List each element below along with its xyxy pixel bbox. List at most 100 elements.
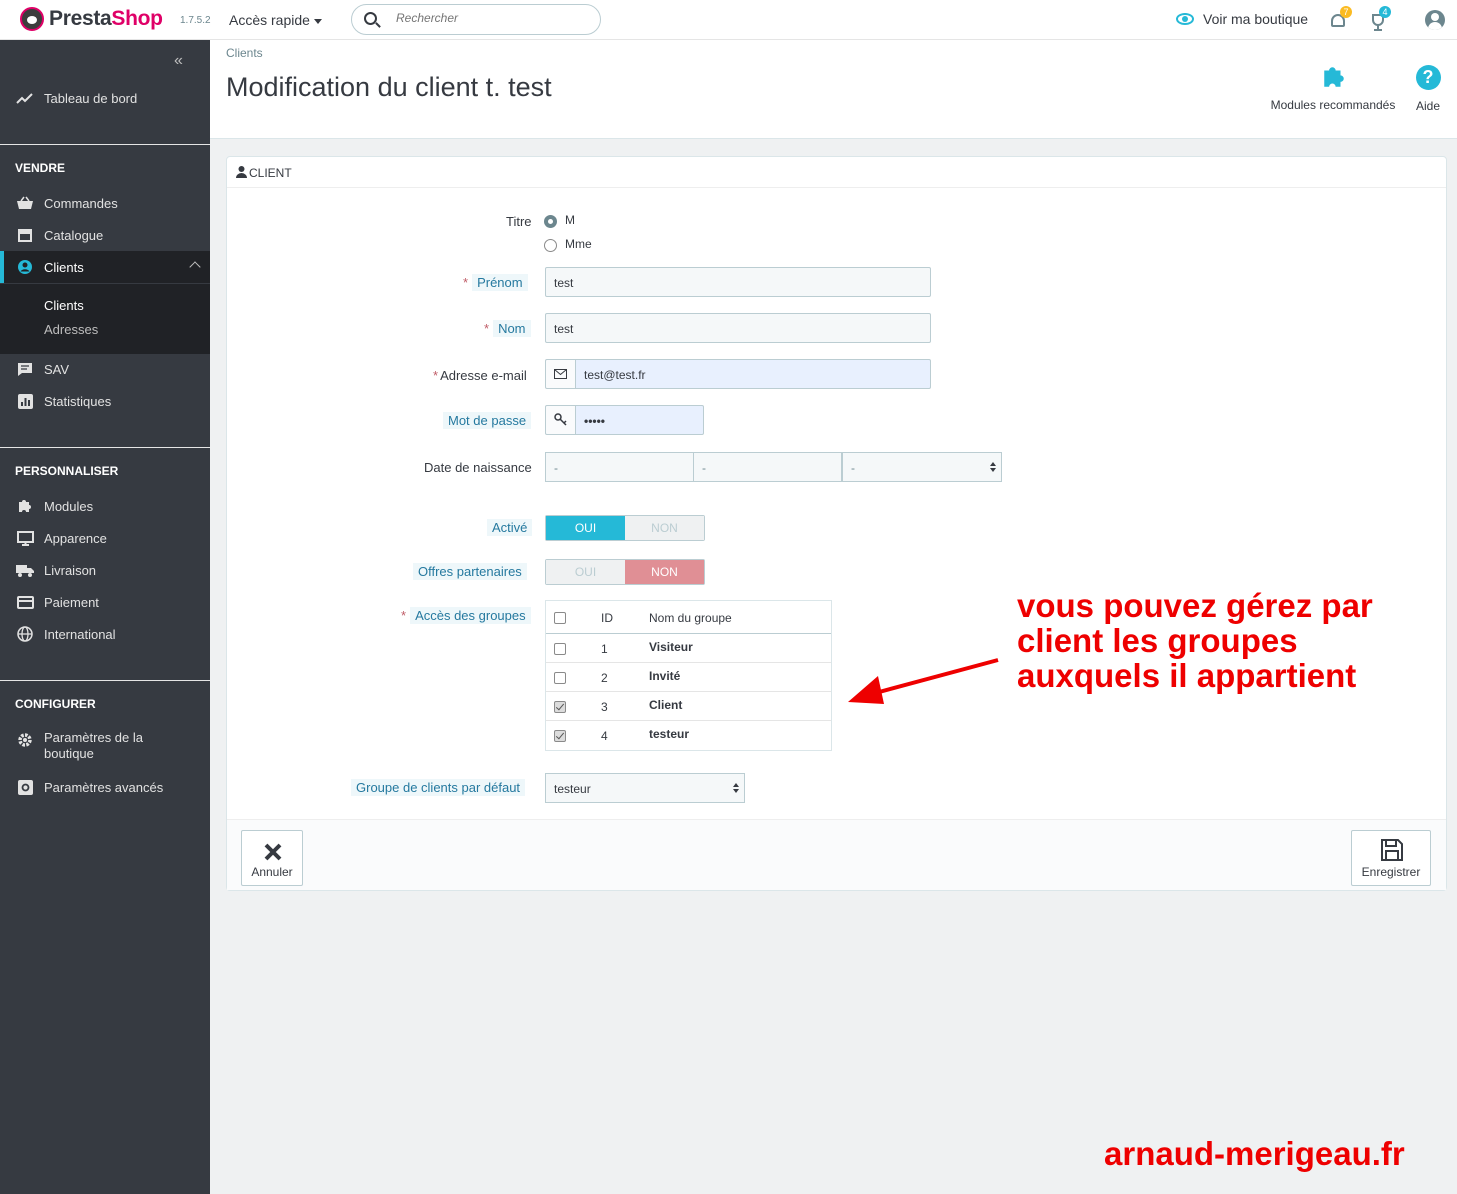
- sidebar-item-catalog[interactable]: Catalogue: [0, 219, 210, 251]
- default-group-select[interactable]: testeur: [545, 773, 745, 803]
- email-input[interactable]: test@test.fr: [575, 359, 931, 389]
- birthday-day-select[interactable]: -: [545, 452, 694, 482]
- group-name: Client: [649, 698, 683, 712]
- sidebar-item-customers[interactable]: Clients: [0, 251, 210, 283]
- settings-applications-icon: [16, 779, 34, 795]
- panel-title: Client: [249, 166, 292, 180]
- save-button[interactable]: Enregistrer: [1351, 830, 1431, 886]
- search-icon: [364, 12, 377, 25]
- active-yes-option[interactable]: OUI: [546, 516, 625, 540]
- puffin-logo-icon: [20, 7, 44, 31]
- caret-down-icon: [313, 18, 322, 24]
- save-icon: [1381, 839, 1403, 861]
- group-name: testeur: [649, 727, 690, 741]
- quick-access-dropdown[interactable]: Accès rapide: [229, 12, 322, 28]
- group-checkbox-3[interactable]: [554, 701, 566, 713]
- sidebar-item-advanced-parameters[interactable]: Paramètres avancés: [0, 771, 210, 803]
- user-avatar-icon[interactable]: [1425, 10, 1445, 30]
- title-option-m: M: [565, 213, 575, 227]
- sidebar-divider: [0, 144, 210, 145]
- close-icon: [264, 843, 282, 861]
- required-asterisk: *: [401, 608, 407, 623]
- annotation-arrow-icon: [848, 658, 999, 704]
- email-label: * Adresse e-mail: [433, 368, 527, 383]
- sidebar-item-appearance[interactable]: Apparence: [0, 522, 210, 554]
- select-arrows-icon: [733, 783, 739, 793]
- sidebar-section-customize: PERSONNALISER: [15, 464, 119, 478]
- sidebar-item-shipping[interactable]: Livraison: [0, 554, 210, 586]
- required-asterisk: *: [463, 275, 469, 290]
- sidebar-section-sell: VENDRE: [15, 161, 66, 175]
- title-radio-mme[interactable]: [544, 239, 557, 252]
- birthday-year-select[interactable]: -: [842, 452, 1002, 482]
- group-name: Invité: [649, 669, 681, 683]
- column-id: ID: [601, 611, 613, 625]
- sidebar-section-configure: CONFIGURER: [15, 697, 96, 711]
- user-icon: [236, 166, 247, 178]
- panel-footer: Annuler Enregistrer: [227, 819, 1446, 890]
- active-switch[interactable]: OUI NON: [545, 515, 705, 541]
- sidebar: « Tableau de bord VENDRE Commandes Catal…: [0, 40, 210, 1194]
- newsletter-switch[interactable]: OUI NON: [545, 559, 705, 585]
- lastname-label: * Nom: [484, 320, 531, 337]
- notifications-customers[interactable]: 4: [1367, 6, 1391, 32]
- password-input[interactable]: •••••: [575, 405, 704, 435]
- prestashop-logo[interactable]: PrestaShop: [20, 7, 163, 31]
- sidebar-item-shop-parameters[interactable]: Paramètres de la boutique: [0, 730, 210, 772]
- account-circle-icon: [16, 259, 34, 275]
- group-checkbox-2[interactable]: [554, 672, 566, 684]
- active-no-option[interactable]: NON: [625, 516, 704, 540]
- sidebar-item-payment[interactable]: Paiement: [0, 586, 210, 618]
- top-bar: PrestaShop 1.7.5.2 Accès rapide Voir ma …: [0, 0, 1457, 40]
- view-shop-link[interactable]: Voir ma boutique: [1176, 11, 1308, 27]
- sidebar-item-dashboard[interactable]: Tableau de bord: [0, 82, 210, 114]
- sidebar-subitem-addresses[interactable]: Adresses: [44, 322, 98, 337]
- table-row: 1 Visiteur: [546, 634, 831, 663]
- notif-badge: 7: [1340, 6, 1352, 18]
- newsletter-label: Offres partenaires: [413, 563, 527, 580]
- group-checkbox-1[interactable]: [554, 643, 566, 655]
- notifications-orders[interactable]: 7: [1328, 6, 1352, 32]
- search-box[interactable]: [351, 4, 601, 35]
- basket-icon: [16, 195, 34, 211]
- annotation-text: vous pouvez gérez par client les groupes…: [1017, 587, 1373, 694]
- select-all-checkbox[interactable]: [554, 612, 566, 624]
- firstname-input[interactable]: test: [545, 267, 931, 297]
- search-input[interactable]: [396, 11, 576, 25]
- sidebar-item-stats[interactable]: Statistiques: [0, 385, 210, 417]
- group-id: 1: [601, 642, 608, 656]
- recommended-modules-button[interactable]: Modules recommandés: [1265, 64, 1401, 112]
- store-icon: [16, 227, 34, 243]
- column-group-name: Nom du groupe: [649, 611, 732, 625]
- help-button[interactable]: ? Aide: [1412, 65, 1444, 113]
- collapse-sidebar-icon[interactable]: «: [174, 52, 183, 70]
- active-label: Activé: [487, 519, 533, 536]
- select-arrows-icon: [990, 462, 996, 472]
- required-asterisk: *: [433, 368, 439, 383]
- key-icon: [554, 413, 567, 426]
- lastname-input[interactable]: test: [545, 313, 931, 343]
- birthday-month-select[interactable]: -: [693, 452, 842, 482]
- desktop-icon: [16, 530, 34, 546]
- chevron-up-icon: [189, 261, 201, 273]
- sidebar-item-orders[interactable]: Commandes: [0, 187, 210, 219]
- title-radio-m[interactable]: [544, 215, 557, 228]
- sidebar-subitem-customers[interactable]: Clients: [44, 298, 84, 313]
- group-checkbox-4[interactable]: [554, 730, 566, 742]
- required-asterisk: *: [484, 321, 490, 336]
- cancel-button[interactable]: Annuler: [241, 830, 303, 886]
- sidebar-divider: [0, 680, 210, 681]
- group-id: 2: [601, 671, 608, 685]
- newsletter-yes-option[interactable]: OUI: [546, 560, 625, 584]
- trending-up-icon: [16, 90, 34, 106]
- sidebar-item-support[interactable]: SAV: [0, 353, 210, 385]
- active-indicator: [0, 251, 4, 283]
- password-label: Mot de passe: [443, 412, 532, 429]
- newsletter-no-option[interactable]: NON: [625, 560, 704, 584]
- breadcrumb[interactable]: Clients: [226, 46, 263, 60]
- group-id: 4: [601, 729, 608, 743]
- sidebar-item-international[interactable]: International: [0, 618, 210, 650]
- gear-icon: [16, 732, 34, 748]
- group-name: Visiteur: [649, 640, 693, 654]
- sidebar-item-modules[interactable]: Modules: [0, 490, 210, 522]
